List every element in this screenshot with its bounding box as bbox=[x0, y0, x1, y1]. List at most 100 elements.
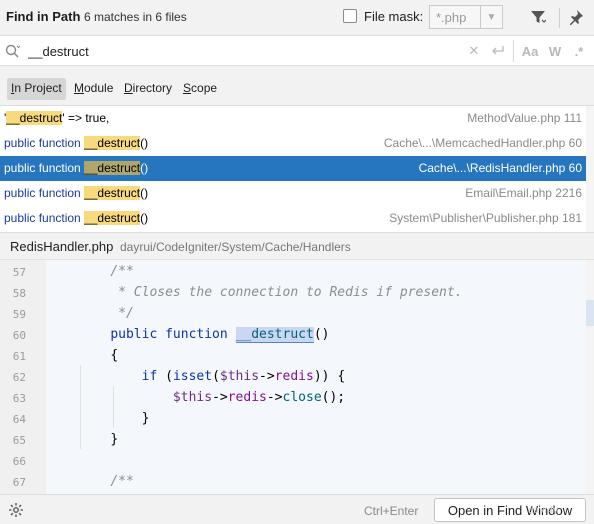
gear-icon[interactable] bbox=[8, 502, 24, 518]
tab-scope[interactable]: Scope bbox=[179, 78, 221, 100]
search-divider bbox=[513, 40, 514, 62]
code-token: close bbox=[282, 390, 322, 405]
file-mask-select[interactable]: *.php ▼ bbox=[429, 5, 503, 29]
result-file-location: Cache\...\RedisHandler.php 60 bbox=[418, 161, 582, 175]
code-token: if bbox=[141, 369, 166, 384]
footer: Ctrl+Enter Open in Find Window bbox=[0, 494, 594, 524]
whole-words-toggle[interactable]: W bbox=[548, 41, 562, 61]
code-token: isset bbox=[172, 369, 213, 384]
code-token: /** bbox=[110, 264, 134, 279]
line-number: 65 bbox=[12, 434, 26, 447]
code-token: /** bbox=[110, 474, 134, 489]
line-number: 61 bbox=[12, 350, 26, 363]
match-case-toggle[interactable]: Aa bbox=[521, 41, 539, 61]
result-match: __destruct bbox=[6, 111, 63, 125]
code-line: 64 } bbox=[0, 409, 594, 430]
code-line: 58 * Closes the connection to Redis if p… bbox=[0, 283, 594, 304]
search-input[interactable] bbox=[28, 41, 448, 61]
result-match: __destruct bbox=[84, 136, 141, 150]
code-token: redis bbox=[227, 390, 267, 405]
result-row[interactable]: public function __destruct() Cache\...\Re… bbox=[0, 156, 586, 181]
code-line: 62 if (isset($this->redis)) { bbox=[0, 367, 594, 388]
code-line: 59 */ bbox=[0, 304, 594, 325]
result-file-location: Cache\...\MemcachedHandler.php 60 bbox=[383, 136, 582, 150]
line-number: 64 bbox=[12, 413, 26, 426]
code-text: public function __destruct() bbox=[79, 327, 330, 343]
code-token: } bbox=[110, 432, 119, 447]
file-mask-checkbox[interactable] bbox=[343, 9, 357, 23]
regex-toggle[interactable]: .* bbox=[572, 41, 586, 61]
header-divider bbox=[559, 8, 560, 28]
code-token: * Closes the connection to Redis if pres… bbox=[118, 285, 463, 300]
dialog-title: Find in Path bbox=[6, 9, 81, 24]
clear-icon[interactable]: ✕ bbox=[466, 41, 482, 61]
tab-directory[interactable]: Directory bbox=[120, 78, 176, 100]
result-row[interactable]: '__destruct' => true, MethodValue.php 111 bbox=[0, 106, 586, 131]
shortcut-hint: Ctrl+Enter bbox=[364, 504, 419, 518]
code-text: /** bbox=[79, 474, 134, 489]
file-mask-value: *.php bbox=[436, 10, 467, 25]
code-text: } bbox=[79, 411, 150, 426]
tab-in-project[interactable]: In Project bbox=[7, 78, 66, 100]
result-code: public function __destruct() bbox=[4, 161, 148, 175]
code-line: 57 /** bbox=[0, 262, 594, 283]
result-row[interactable]: public function __destruct() System\Publi… bbox=[0, 206, 586, 231]
result-code: '__destruct' => true, bbox=[4, 111, 109, 125]
results-list: '__destruct' => true, MethodValue.php 111… bbox=[0, 106, 594, 232]
result-row[interactable]: public function __destruct() Cache\...\Me… bbox=[0, 131, 586, 156]
result-file-location: System\Publisher\Publisher.php 181 bbox=[389, 211, 582, 225]
result-code: public function __destruct() bbox=[4, 211, 148, 225]
code-token: public function bbox=[110, 327, 236, 342]
file-mask-label[interactable]: File mask: bbox=[364, 9, 423, 24]
result-match: __destruct bbox=[84, 211, 141, 225]
result-row[interactable]: public function __destruct() Email\Email.… bbox=[0, 181, 586, 206]
find-header: Find in Path 6 matches in 6 files File m… bbox=[0, 0, 594, 36]
code-line: 63 $this->redis->close(); bbox=[0, 388, 594, 409]
code-token: ( bbox=[165, 369, 173, 384]
code-token: () bbox=[313, 327, 330, 342]
result-keyword: public function bbox=[4, 186, 85, 200]
filter-icon[interactable] bbox=[528, 7, 548, 27]
code-token: (); bbox=[321, 390, 346, 405]
code-text: { bbox=[79, 348, 118, 363]
line-number: 59 bbox=[12, 308, 26, 321]
code-token: { bbox=[110, 348, 119, 363]
result-suffix: () bbox=[140, 186, 149, 200]
code-line: 61 { bbox=[0, 346, 594, 367]
code-token: -> bbox=[259, 369, 275, 384]
code-token: )) { bbox=[313, 369, 346, 384]
result-code: public function __destruct() bbox=[4, 136, 148, 150]
search-icon[interactable] bbox=[4, 42, 22, 60]
pin-icon[interactable] bbox=[566, 7, 586, 27]
result-suffix: () bbox=[140, 211, 149, 225]
code-line: 65 } bbox=[0, 430, 594, 451]
code-line: 67 /** bbox=[0, 472, 594, 493]
preview-file-name: RedisHandler.php bbox=[10, 239, 114, 254]
open-in-find-window-button[interactable]: Open in Find Window bbox=[434, 498, 586, 522]
line-number: 66 bbox=[12, 455, 26, 468]
result-file-location: MethodValue.php 111 bbox=[467, 111, 582, 125]
result-match: __destruct bbox=[84, 186, 141, 200]
preview-file-path: dayrui/CodeIgniter/System/Cache/Handlers bbox=[120, 240, 351, 254]
tab-module[interactable]: Module bbox=[70, 78, 117, 100]
chevron-down-icon[interactable]: ▼ bbox=[480, 6, 502, 28]
line-number: 63 bbox=[12, 392, 26, 405]
result-suffix: () bbox=[140, 161, 149, 175]
result-match: __destruct bbox=[84, 161, 141, 175]
code-token: */ bbox=[118, 306, 134, 321]
code-preview[interactable]: 57 /** 58 * Closes the connection to Redi… bbox=[0, 260, 594, 494]
match-count: 6 matches in 6 files bbox=[84, 10, 187, 24]
result-suffix: ' => true, bbox=[62, 111, 110, 125]
code-token: } bbox=[141, 411, 150, 426]
new-line-icon[interactable] bbox=[490, 41, 506, 61]
code-token: -> bbox=[266, 390, 283, 405]
line-number: 57 bbox=[12, 266, 26, 279]
results-scrollbar[interactable] bbox=[586, 106, 594, 232]
code-token: $this bbox=[219, 369, 260, 384]
